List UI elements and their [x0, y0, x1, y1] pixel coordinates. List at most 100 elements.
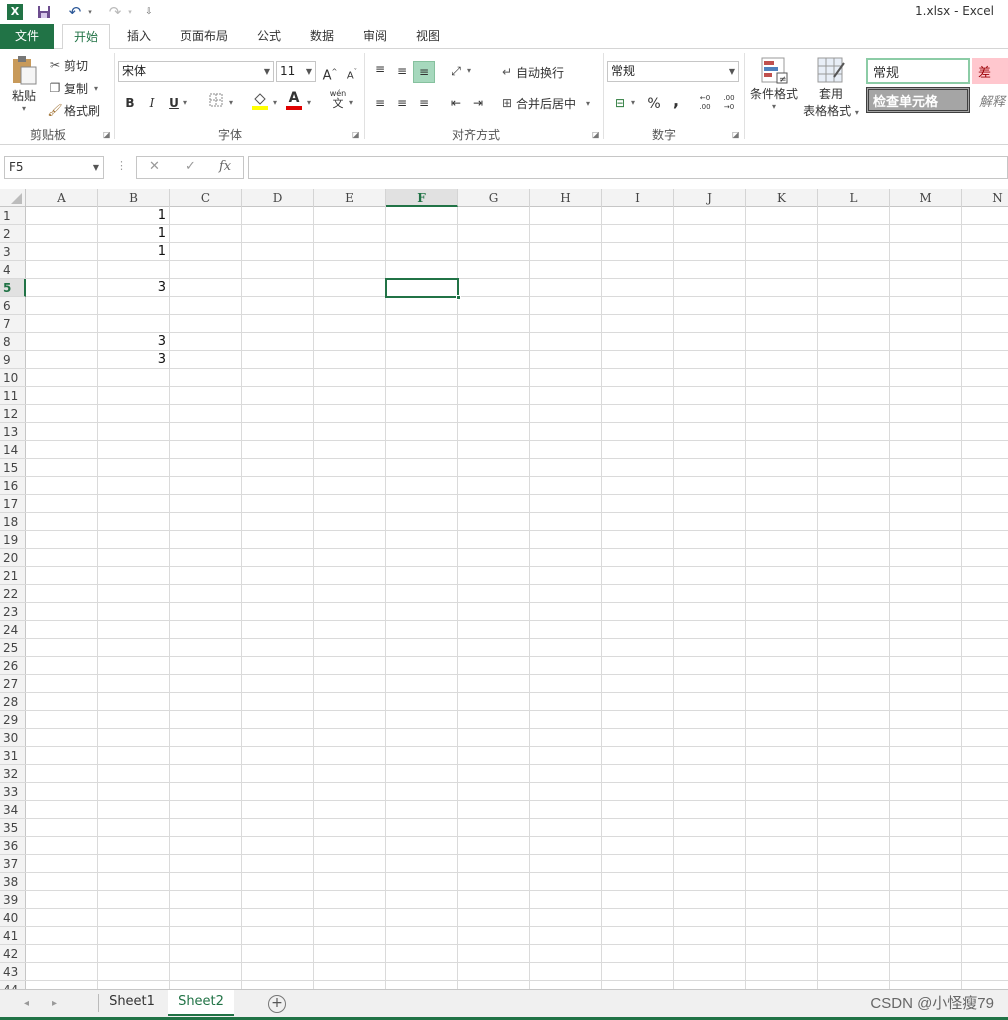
row-header-20[interactable]: 20 — [0, 549, 26, 567]
column-header-n[interactable]: N — [962, 189, 1008, 207]
row-header-22[interactable]: 22 — [0, 585, 26, 603]
customize-toolbar-icon[interactable]: ⇩ — [142, 2, 156, 22]
orientation-dropdown-icon[interactable]: ▾ — [464, 61, 474, 81]
selected-cell[interactable] — [385, 278, 461, 300]
borders-button[interactable] — [206, 93, 226, 113]
decrease-font-button[interactable]: Aˇ — [342, 62, 362, 82]
row-header-30[interactable]: 30 — [0, 729, 26, 747]
format-as-table-button[interactable]: 套用 表格格式 ▾ — [800, 55, 862, 119]
align-center-icon[interactable]: ≡ — [392, 93, 412, 113]
formula-input[interactable] — [248, 156, 1008, 179]
row-header-14[interactable]: 14 — [0, 441, 26, 459]
cancel-icon[interactable]: ✕ — [149, 159, 160, 174]
row-header-28[interactable]: 28 — [0, 693, 26, 711]
merge-dropdown-icon[interactable]: ▾ — [586, 99, 590, 108]
conditional-dropdown-icon[interactable]: ▾ — [772, 102, 776, 111]
align-middle-icon[interactable]: ≡ — [392, 61, 412, 81]
cell-area[interactable]: 111333 — [26, 207, 1008, 989]
paste-button[interactable]: 粘贴 ▾ — [8, 55, 40, 119]
row-header-9[interactable]: 9 — [0, 351, 26, 369]
row-header-41[interactable]: 41 — [0, 927, 26, 945]
column-header-m[interactable]: M — [890, 189, 962, 207]
column-header-d[interactable]: D — [242, 189, 314, 207]
column-header-l[interactable]: L — [818, 189, 890, 207]
row-header-29[interactable]: 29 — [0, 711, 26, 729]
cut-button[interactable]: ✂ 剪切 — [46, 55, 88, 75]
phonetic-dropdown-icon[interactable]: ▾ — [346, 93, 356, 113]
prev-sheet-icon[interactable]: ◂ — [24, 998, 29, 1009]
align-bottom-icon[interactable]: ≡ — [413, 61, 435, 83]
fill-handle[interactable] — [456, 295, 461, 300]
font-name-select[interactable]: 宋体 ▼ — [118, 61, 274, 82]
row-header-42[interactable]: 42 — [0, 945, 26, 963]
undo-icon[interactable]: ↶ — [64, 2, 86, 22]
merge-center-button[interactable]: ⊞ 合并后居中 ▾ — [498, 92, 590, 114]
formula-bar-grip-icon[interactable]: ⋮ — [116, 159, 127, 172]
row-header-43[interactable]: 43 — [0, 963, 26, 981]
insert-function-icon[interactable]: fx — [219, 159, 231, 174]
align-top-icon[interactable]: ≡ — [370, 59, 390, 79]
column-header-g[interactable]: G — [458, 189, 530, 207]
row-header-10[interactable]: 10 — [0, 369, 26, 387]
row-header-26[interactable]: 26 — [0, 657, 26, 675]
column-header-b[interactable]: B — [98, 189, 170, 207]
borders-dropdown-icon[interactable]: ▾ — [226, 93, 236, 113]
row-header-11[interactable]: 11 — [0, 387, 26, 405]
row-header-27[interactable]: 27 — [0, 675, 26, 693]
column-header-f[interactable]: F — [386, 189, 458, 207]
row-header-18[interactable]: 18 — [0, 513, 26, 531]
row-header-38[interactable]: 38 — [0, 873, 26, 891]
cell-b2[interactable]: 1 — [98, 225, 170, 243]
copy-button[interactable]: ❐ 复制 ▾ — [46, 78, 98, 98]
redo-dropdown-icon[interactable]: ▾ — [126, 2, 134, 22]
row-header-4[interactable]: 4 — [0, 261, 26, 279]
row-header-35[interactable]: 35 — [0, 819, 26, 837]
percent-button[interactable]: % — [644, 94, 664, 114]
column-header-c[interactable]: C — [170, 189, 242, 207]
font-launcher-icon[interactable]: ◪ — [352, 130, 360, 139]
add-sheet-button[interactable]: + — [268, 995, 286, 1013]
column-header-a[interactable]: A — [26, 189, 98, 207]
row-header-7[interactable]: 7 — [0, 315, 26, 333]
select-all-corner[interactable] — [0, 189, 26, 207]
row-header-40[interactable]: 40 — [0, 909, 26, 927]
align-left-icon[interactable]: ≡ — [370, 93, 390, 113]
italic-button[interactable]: I — [142, 93, 162, 113]
row-header-31[interactable]: 31 — [0, 747, 26, 765]
column-header-k[interactable]: K — [746, 189, 818, 207]
row-header-33[interactable]: 33 — [0, 783, 26, 801]
increase-font-button[interactable]: A^ — [320, 62, 340, 83]
redo-icon[interactable]: ↷ — [104, 2, 126, 22]
orientation-icon[interactable]: ⤢ — [446, 61, 466, 81]
row-header-25[interactable]: 25 — [0, 639, 26, 657]
increase-decimal-button[interactable]: ←0 .00 — [694, 94, 716, 114]
undo-dropdown-icon[interactable]: ▾ — [86, 2, 94, 22]
format-painter-button[interactable]: 🖌 格式刷 — [46, 100, 100, 120]
row-header-16[interactable]: 16 — [0, 477, 26, 495]
row-header-19[interactable]: 19 — [0, 531, 26, 549]
row-header-2[interactable]: 2 — [0, 225, 26, 243]
decrease-indent-icon[interactable]: ⇤ — [446, 93, 466, 113]
row-header-24[interactable]: 24 — [0, 621, 26, 639]
style-normal-button[interactable]: 常规 — [866, 58, 970, 84]
row-header-32[interactable]: 32 — [0, 765, 26, 783]
row-header-17[interactable]: 17 — [0, 495, 26, 513]
fill-color-button[interactable] — [250, 91, 270, 111]
row-header-37[interactable]: 37 — [0, 855, 26, 873]
style-bad-button[interactable]: 差 — [972, 58, 1008, 84]
save-icon[interactable] — [34, 2, 54, 22]
row-header-23[interactable]: 23 — [0, 603, 26, 621]
row-header-12[interactable]: 12 — [0, 405, 26, 423]
cell-b9[interactable]: 3 — [98, 351, 170, 369]
paste-dropdown-icon[interactable]: ▾ — [22, 104, 26, 113]
column-header-i[interactable]: I — [602, 189, 674, 207]
tab-insert[interactable]: 插入 — [116, 24, 162, 49]
decrease-decimal-button[interactable]: .00 →0 — [718, 94, 740, 114]
increase-indent-icon[interactable]: ⇥ — [468, 93, 488, 113]
accounting-format-icon[interactable]: ⊟ — [610, 93, 630, 113]
name-box[interactable]: F5 ▼ — [4, 156, 104, 179]
row-header-34[interactable]: 34 — [0, 801, 26, 819]
tab-file[interactable]: 文件 — [0, 24, 54, 49]
font-color-dropdown-icon[interactable]: ▾ — [304, 93, 314, 113]
row-header-15[interactable]: 15 — [0, 459, 26, 477]
